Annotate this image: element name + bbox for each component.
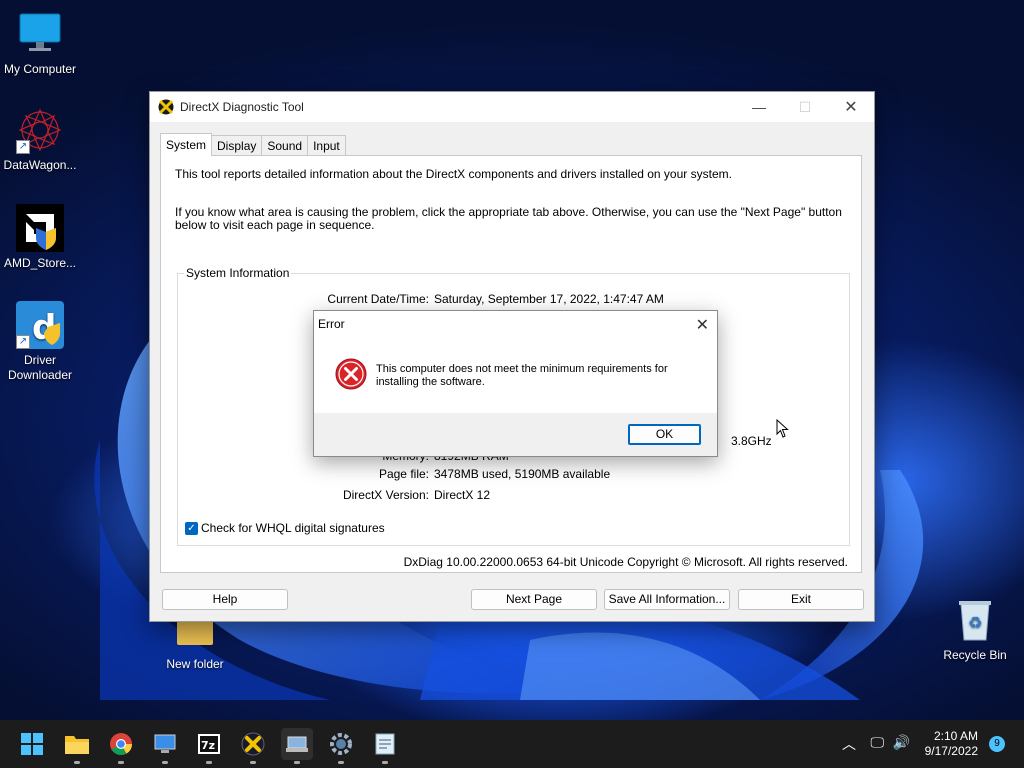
clock-date: 9/17/2022	[924, 744, 978, 758]
dxdiag-version-footer: DxDiag 10.00.22000.0653 64-bit Unicode C…	[403, 555, 848, 569]
processor-speed-value: 3.8GHz	[731, 434, 772, 448]
svg-text:7z: 7z	[201, 739, 215, 752]
maximize-button[interactable]: ☐	[782, 92, 828, 122]
directx-taskbar-icon[interactable]	[237, 728, 269, 764]
dialog-footer: OK	[314, 413, 717, 456]
tab-sound[interactable]: Sound	[261, 135, 309, 156]
tab-strip: System Display Sound Input	[160, 133, 346, 156]
window-title: DirectX Diagnostic Tool	[180, 100, 304, 114]
desktop-icon-recycle-bin[interactable]: ♻ Recycle Bin	[935, 596, 1015, 663]
file-explorer-icon[interactable]	[61, 728, 93, 764]
monitor-icon	[16, 10, 64, 58]
help-button[interactable]: Help	[162, 589, 288, 610]
whql-checkbox-row[interactable]: ✓ Check for WHQL digital signatures	[185, 521, 385, 535]
tab-system[interactable]: System	[160, 133, 213, 156]
remote-desktop-icon[interactable]	[149, 728, 181, 764]
directx-icon	[158, 99, 174, 115]
svg-text:♻: ♻	[968, 613, 982, 632]
shortcut-arrow-icon: ↗	[16, 140, 30, 154]
chrome-icon[interactable]	[105, 728, 137, 764]
error-message: This computer does not meet the minimum …	[376, 363, 668, 388]
desktop-icon-label: New folder	[166, 657, 224, 671]
mouse-cursor-icon	[776, 419, 789, 438]
info-value: 3478MB used, 5190MB available	[434, 467, 611, 481]
minimize-button[interactable]: —	[736, 92, 782, 122]
notification-count-badge[interactable]: 9	[989, 736, 1005, 752]
desktop-icon-label: Driver Downloader	[7, 353, 73, 382]
info-label: DirectX Version:	[342, 488, 429, 502]
tab-display[interactable]: Display	[211, 135, 263, 156]
info-row-datetime: Current Date/Time: Saturday, September 1…	[178, 292, 849, 308]
network-icon[interactable]: 🖵	[871, 734, 885, 751]
clock-time: 2:10 AM	[933, 729, 978, 743]
info-row-directx-version: DirectX Version: DirectX 12	[178, 488, 849, 504]
error-icon	[335, 358, 367, 390]
info-label: Current Date/Time:	[327, 292, 429, 306]
close-button[interactable]: ✕	[828, 92, 874, 122]
intro-text: This tool reports detailed information a…	[175, 167, 732, 181]
driver-downloader-icon: d ↗	[16, 301, 64, 349]
ok-button[interactable]: OK	[628, 424, 701, 445]
whql-label: Check for WHQL digital signatures	[201, 521, 385, 535]
device-manager-icon[interactable]	[281, 728, 313, 764]
taskbar-clock[interactable]: 2:10 AM 9/17/2022	[925, 729, 978, 759]
recycle-bin-icon: ♻	[951, 596, 999, 644]
settings-icon[interactable]	[325, 728, 357, 764]
start-icon[interactable]	[16, 728, 48, 760]
tab-input[interactable]: Input	[307, 135, 346, 156]
datawagon-logo-icon: ↗	[16, 106, 64, 154]
desktop-icon-amd-store[interactable]: AMD_Store...	[0, 204, 80, 271]
desktop-icon-label: My Computer	[3, 62, 77, 76]
notepad-icon[interactable]	[369, 728, 401, 764]
intro-instructions: If you know what area is causing the pro…	[175, 205, 842, 232]
save-all-information-button[interactable]: Save All Information...	[604, 589, 730, 610]
window-titlebar[interactable]: DirectX Diagnostic Tool — ☐ ✕	[150, 92, 874, 122]
show-hidden-icons-chevron-icon[interactable]: ︿	[842, 734, 856, 754]
next-page-button[interactable]: Next Page	[471, 589, 597, 610]
desktop-icon-my-computer[interactable]: My Computer	[0, 10, 80, 77]
desktop-icon-label: DataWagon...	[3, 158, 77, 172]
info-label: Page file:	[378, 467, 429, 481]
taskbar: 7z ︿ 🖵 🔊 2:10 AM 9/17/2022 9	[0, 720, 1024, 768]
info-row-pagefile: Page file: 3478MB used, 5190MB available	[178, 467, 849, 483]
system-information-legend: System Information	[184, 266, 292, 280]
desktop-icon-driver-downloader[interactable]: d ↗ Driver Downloader	[0, 301, 80, 383]
error-dialog: Error ✕ This computer does not meet the …	[313, 310, 718, 457]
amd-logo-icon	[16, 204, 64, 252]
desktop-icon-label: Recycle Bin	[943, 648, 1007, 662]
7zip-icon[interactable]: 7z	[193, 728, 225, 764]
shortcut-arrow-icon: ↗	[16, 335, 30, 349]
dialog-close-button[interactable]: ✕	[696, 315, 709, 335]
info-value: DirectX 12	[434, 488, 491, 502]
desktop-icon-label: AMD_Store...	[3, 256, 77, 270]
volume-icon[interactable]: 🔊	[893, 734, 910, 751]
whql-checkbox[interactable]: ✓	[185, 521, 198, 535]
dialog-title: Error	[318, 317, 345, 331]
desktop-icon-datawagon[interactable]: ↗ DataWagon...	[0, 106, 80, 173]
info-value: Saturday, September 17, 2022, 1:47:47 AM	[434, 292, 664, 306]
exit-button[interactable]: Exit	[738, 589, 864, 610]
